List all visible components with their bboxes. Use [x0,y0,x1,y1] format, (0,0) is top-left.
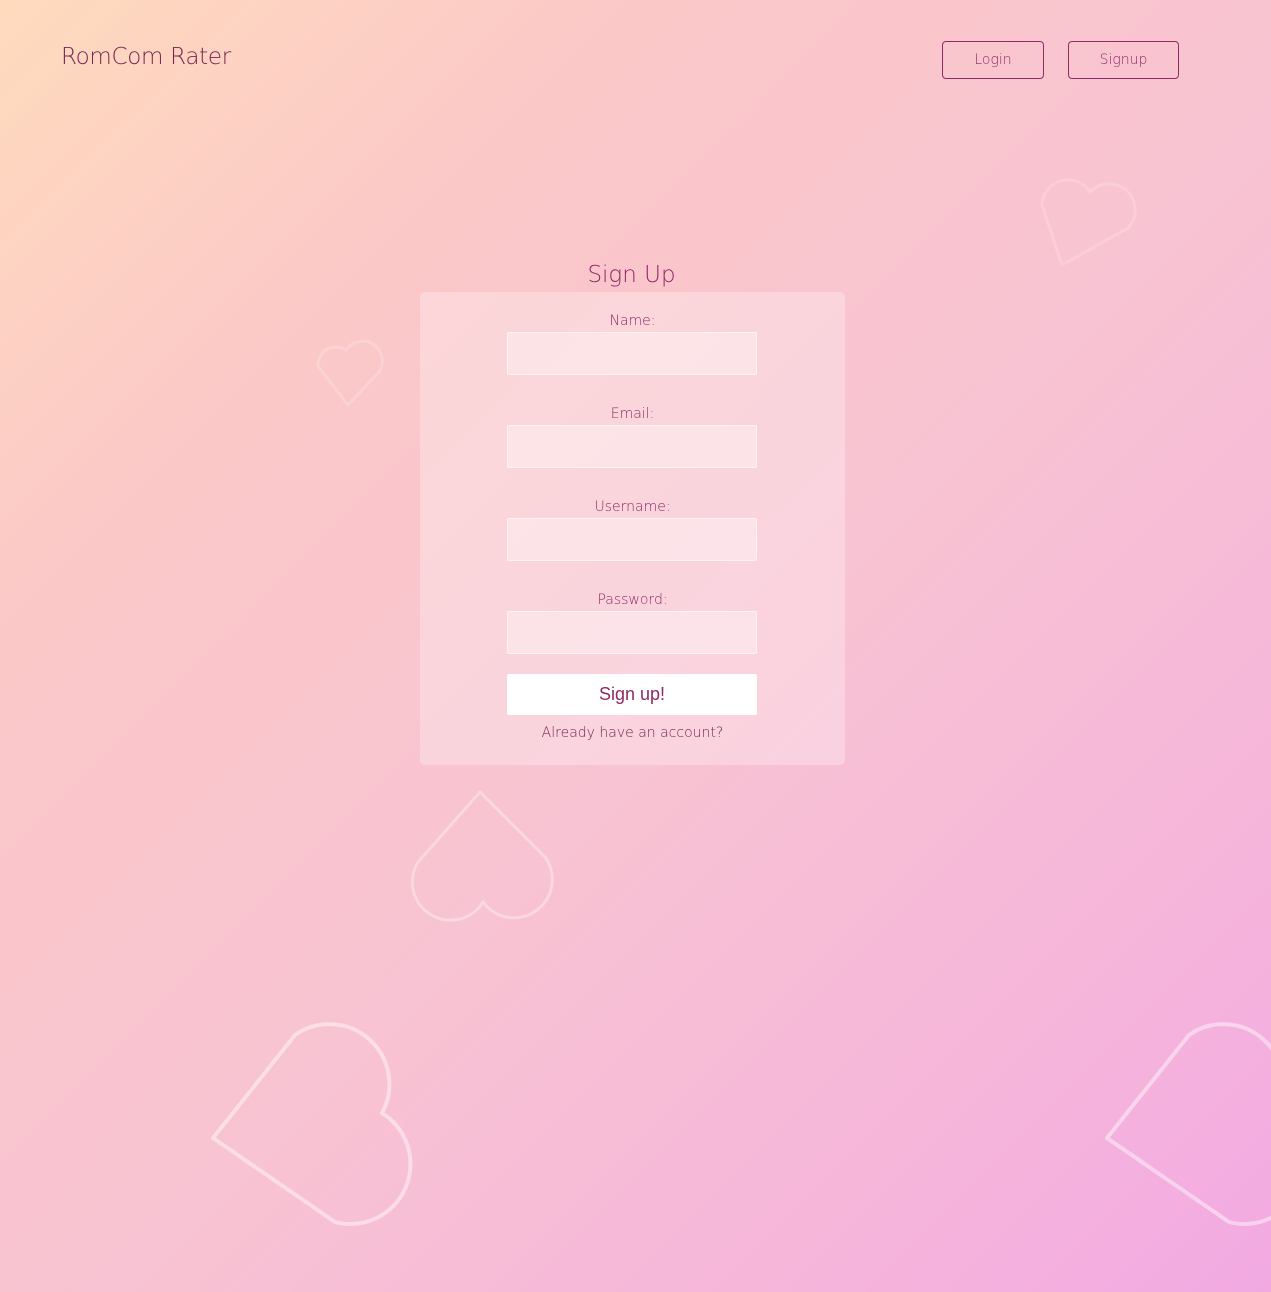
password-field[interactable] [507,611,757,654]
heart-outline-icon [211,1022,413,1226]
username-label: Username: [594,499,671,515]
brand-logo-text[interactable]: RomCom Rater [61,44,231,70]
name-label: Name: [609,313,656,329]
email-label: Email: [610,406,655,422]
signup-form: Name: Email: Username: Password: Sign up… [420,292,845,765]
heart-outline-icon [410,790,554,922]
heart-outline-icon [1105,1022,1271,1226]
heart-outline-icon [316,339,384,407]
sign-up-submit-button[interactable]: Sign up! [507,674,757,715]
already-have-account-link[interactable]: Already have an account? [420,725,845,741]
heart-outline-icon [1040,178,1137,267]
login-button[interactable]: Login [942,41,1044,79]
name-field[interactable] [507,332,757,375]
email-field[interactable] [507,425,757,468]
username-field[interactable] [507,518,757,561]
page-title: Sign Up [587,262,676,288]
signup-button[interactable]: Signup [1068,41,1179,79]
password-label: Password: [597,592,668,608]
